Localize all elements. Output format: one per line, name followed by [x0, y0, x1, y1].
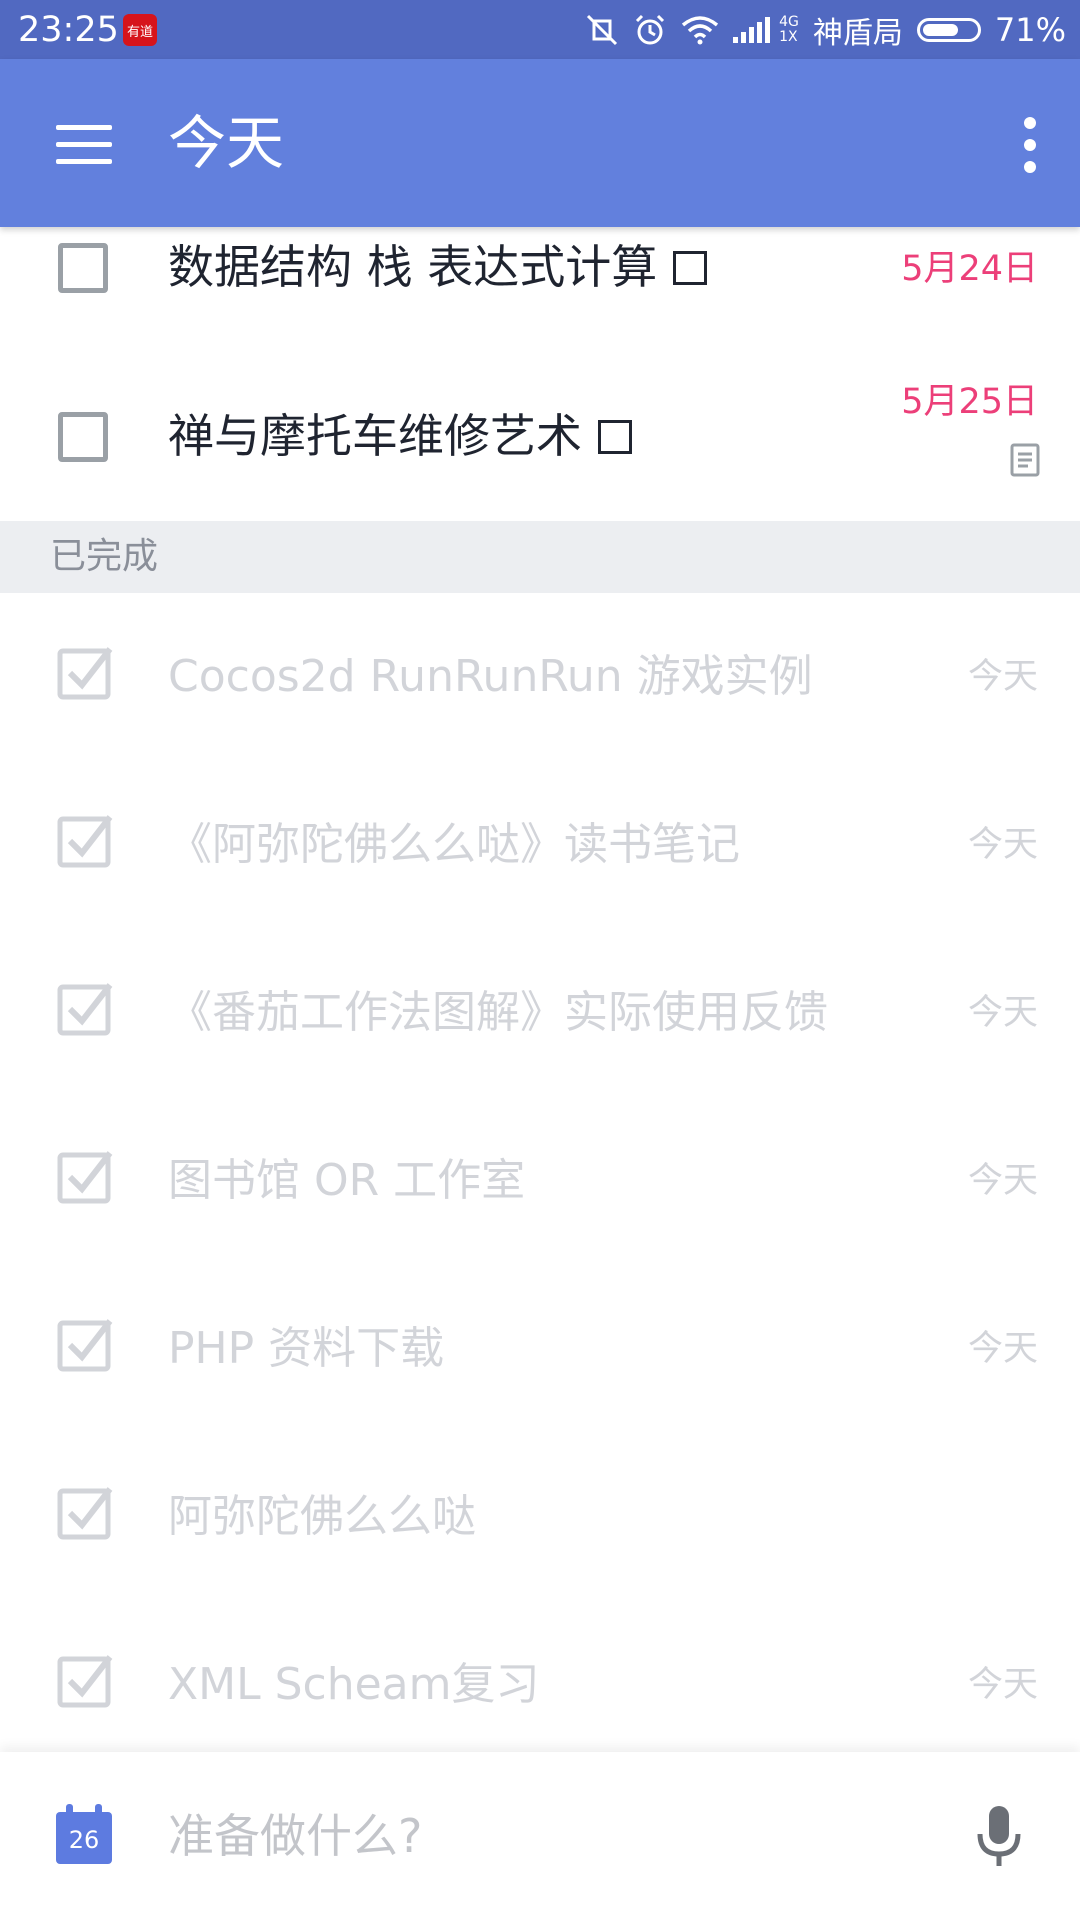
calendar-date-icon[interactable]: 26: [56, 1804, 112, 1864]
checked-checkbox-icon[interactable]: [56, 1483, 114, 1541]
vibrate-off-icon: [587, 14, 618, 46]
carrier-name: 神盾局: [812, 16, 903, 51]
status-time: 23:25: [18, 10, 119, 50]
completed-task-date: 今天: [967, 993, 1038, 1033]
completed-task-row[interactable]: XML Scheam复习 今天: [0, 1601, 1080, 1769]
completed-task-row[interactable]: 图书馆 OR 工作室 今天: [0, 1097, 1080, 1265]
task-title-text: 数据结构 栈 表达式计算: [168, 240, 658, 294]
network-type: 4G 1X: [779, 15, 799, 45]
checked-checkbox-icon[interactable]: [56, 811, 114, 869]
calendar-day: 26: [56, 1812, 112, 1864]
microphone-icon[interactable]: [974, 1804, 1024, 1870]
completed-task-date: 今天: [967, 1665, 1038, 1705]
status-icons: 4G 1X 神盾局 71%: [585, 8, 1066, 52]
completed-task-row[interactable]: 《阿弥陀佛么么哒》读书笔记 今天: [0, 761, 1080, 929]
network-type-1x: 1X: [779, 29, 798, 45]
battery-fill: [922, 24, 959, 36]
completed-task-row[interactable]: 阿弥陀佛么么哒: [0, 1433, 1080, 1601]
completed-task-title[interactable]: 《阿弥陀佛么么哒》读书笔记: [168, 817, 740, 873]
wifi-icon: [681, 16, 719, 45]
calendar-ring: [95, 1804, 102, 1820]
status-bar: 23:25 有道 4G 1X 神盾局 71%: [0, 0, 1080, 59]
completed-task-date: 今天: [967, 1329, 1038, 1369]
page-title: 今天: [168, 109, 285, 177]
more-vert-icon[interactable]: [1010, 115, 1050, 175]
checked-checkbox-icon[interactable]: [56, 1651, 114, 1709]
square-glyph-icon: [673, 251, 708, 285]
completed-section-header[interactable]: 已完成: [0, 521, 1080, 593]
completed-task-title[interactable]: XML Scheam复习: [168, 1657, 540, 1713]
task-checkbox[interactable]: [58, 412, 108, 462]
network-type-4g: 4G: [779, 14, 799, 30]
task-row[interactable]: 禅与摩托车维修艺术 5月25日: [0, 357, 1080, 521]
battery-percent: 71%: [994, 11, 1066, 49]
completed-task-title[interactable]: 《番茄工作法图解》实际使用反馈: [168, 985, 828, 1041]
checked-checkbox-icon[interactable]: [56, 1147, 114, 1205]
task-title[interactable]: 禅与摩托车维修艺术: [168, 408, 632, 464]
completed-task-date: 今天: [967, 657, 1038, 697]
note-icon: [1010, 443, 1040, 477]
checked-checkbox-icon[interactable]: [56, 1315, 114, 1373]
task-title-text: 禅与摩托车维修艺术: [168, 409, 582, 463]
completed-section-label: 已完成: [50, 536, 159, 577]
alarm-icon: [636, 14, 665, 45]
task-due-date: 5月25日: [901, 382, 1038, 422]
completed-task-row[interactable]: PHP 资料下载 今天: [0, 1265, 1080, 1433]
completed-task-date: 今天: [967, 825, 1038, 865]
checked-checkbox-icon[interactable]: [56, 643, 114, 701]
hamburger-menu-icon[interactable]: [56, 125, 112, 165]
completed-task-title[interactable]: Cocos2d RunRunRun 游戏实例: [168, 649, 813, 705]
completed-task-row[interactable]: 《番茄工作法图解》实际使用反馈 今天: [0, 929, 1080, 1097]
task-title[interactable]: 数据结构 栈 表达式计算: [168, 239, 708, 295]
youdao-notification-icon: 有道: [123, 14, 157, 46]
completed-task-title[interactable]: 阿弥陀佛么么哒: [168, 1489, 476, 1545]
completed-task-title[interactable]: 图书馆 OR 工作室: [168, 1153, 525, 1209]
new-task-input[interactable]: [168, 1800, 928, 1872]
battery-icon: [916, 18, 981, 42]
task-due-date: 5月24日: [901, 249, 1038, 289]
square-glyph-icon: [598, 420, 632, 454]
completed-task-row[interactable]: Cocos2d RunRunRun 游戏实例 今天: [0, 593, 1080, 761]
completed-task-title[interactable]: PHP 资料下载: [168, 1321, 444, 1377]
completed-task-date: 今天: [967, 1161, 1038, 1201]
app-bar: 今天: [0, 59, 1080, 227]
checked-checkbox-icon[interactable]: [56, 979, 114, 1037]
signal-icon: [733, 17, 771, 43]
task-checkbox[interactable]: [58, 243, 108, 293]
quick-add-bar: 26: [0, 1752, 1080, 1920]
task-row[interactable]: 数据结构 栈 表达式计算 5月24日: [0, 227, 1080, 357]
calendar-ring: [66, 1804, 73, 1820]
